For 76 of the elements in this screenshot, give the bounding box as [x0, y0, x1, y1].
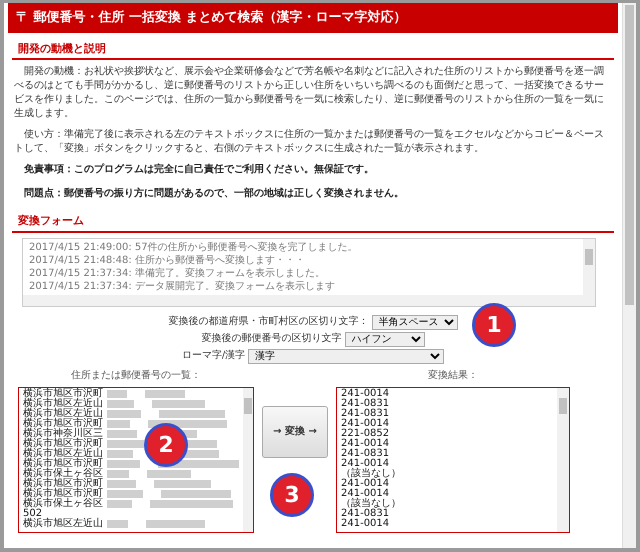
blurred-text [161, 490, 231, 498]
result-line: 221-0852 [341, 428, 390, 438]
result-line: 241-0014 [341, 518, 390, 528]
result-line: 241-0831 [341, 398, 390, 408]
paragraph: 問題点：郵便番号の振り方に問題があるので、一部の地域は正しく変換されません。 [23, 187, 405, 201]
result-line: 241-0014 [341, 488, 390, 498]
address-line: 横浜市神奈川区三 [23, 428, 103, 438]
paragraph: 免責事項：このプログラムは完全に自己責任でご利用ください。無保証です。 [23, 163, 375, 177]
log-line: 2017/4/15 21:48:48: 住所から郵便番号へ変換します・・・ [29, 254, 306, 266]
blurred-text [107, 480, 136, 488]
blurred-text [107, 520, 128, 528]
address-line: 横浜市旭区市沢町 [23, 458, 103, 468]
option-select[interactable]: 半角スペース [372, 314, 458, 330]
option-select[interactable]: ハイフン [344, 332, 424, 346]
blurred-text [159, 410, 225, 418]
blurred-text [107, 400, 134, 408]
result-line: 241-0831 [341, 408, 390, 418]
address-line: 横浜市旭区市沢町 [23, 438, 103, 448]
result-line: 241-0014 [341, 478, 390, 488]
paragraph: 開発の動機：お礼状や挨拶状など、展示会や企業研修会などで芳名帳や名刺などに記入された住所のリストから郵便番号を逐一調べるのはとても手間がかかるし、逆に郵便番号のリストから正しい住所をいちいち調べるのも面倒だと思って、一括変換できるサービスを作りました。このページでは、住所の一覧から郵便番号を一気に検索したり、逆に郵便番号のリストから住所の一覧を一気に生成します。 [13, 65, 605, 121]
address-line: 横浜市旭区左近山 [23, 398, 103, 408]
blurred-text [107, 390, 127, 398]
blurred-text [107, 500, 132, 508]
address-line: 502 [23, 508, 42, 518]
scrollbar[interactable] [243, 388, 253, 532]
column-label: 変換結果： [428, 368, 478, 382]
page-scrollbar[interactable] [622, 3, 636, 548]
address-line: 横浜市保土ヶ谷区 [23, 468, 103, 478]
address-line: 横浜市旭区市沢町 [23, 478, 103, 488]
blurred-text [107, 440, 144, 448]
result-line: 241-0014 [341, 458, 390, 468]
blurred-text [154, 480, 211, 488]
address-line: 横浜市旭区市沢町 [23, 488, 103, 498]
scrollbar[interactable] [557, 388, 569, 532]
address-line: 横浜市保土ヶ谷区 [23, 498, 103, 508]
address-line: 横浜市旭区左近山 [23, 518, 103, 528]
log-field[interactable]: 2017/4/15 21:49:00: 57件の住所から郵便番号へ変換を完了しました。 2017/4/15 21:48:48: 住所から郵便番号へ変換します・・・ 2017/4/15 21:37:34: 準備完了。変換フォームを表示しました。 2017/4/15 21:37:34: データ展開完了。変換フォームを表示します [22, 238, 596, 306]
blurred-text [147, 470, 191, 478]
column-label: 住所または郵便番号の一覧： [71, 368, 201, 382]
convert-button[interactable]: → 変換 → [262, 406, 328, 458]
result-line: 241-0014 [341, 438, 390, 448]
log-line: 2017/4/15 21:37:34: 準備完了。変換フォームを表示しました。 [29, 266, 326, 280]
numbered-callout: 3 [270, 473, 314, 517]
option-label: 変換後の郵便番号の区切り文字 [202, 332, 342, 346]
blurred-text [107, 460, 140, 468]
result-field[interactable]: 241-0014 241-0831 241-0831 241-0014 221-0852 241-0014 241-0831 241-0014 （該当なし） 241-0014 241-0014 （該当なし） 241-0831 241-0014 [336, 386, 570, 532]
result-line: （該当なし） [341, 468, 402, 478]
horizontal-scrollbar[interactable] [23, 294, 595, 306]
blurred-text [107, 430, 137, 438]
result-line: （該当なし） [341, 498, 402, 508]
log-line: 2017/4/15 21:49:00: 57件の住所から郵便番号へ変換を完了しました。 [29, 240, 359, 254]
blurred-text [107, 450, 133, 458]
blurred-text [146, 520, 205, 528]
page-title: 〒 郵便番号・住所 一括変換 まとめて検索（漢字・ローマ字対応） [8, 3, 618, 32]
blurred-text [145, 390, 185, 398]
option-label: ローマ字/漢字 [182, 349, 246, 363]
address-line: 横浜市旭区左近山 [23, 448, 103, 458]
section-heading: 変換フォーム [12, 211, 614, 232]
section-heading: 開発の動機と説明 [12, 38, 614, 60]
blurred-text [107, 410, 141, 418]
numbered-callout: 1 [472, 303, 516, 347]
result-line: 241-0014 [341, 418, 390, 428]
result-line: 241-0831 [341, 508, 390, 518]
blurred-text [152, 400, 205, 408]
blurred-text [107, 490, 143, 498]
scrollbar[interactable] [583, 238, 595, 294]
blurred-text [107, 420, 130, 428]
paragraph: 使い方：準備完了後に表示される左のテキストボックスに住所の一覧かまたは郵便番号の一覧をエクセルなどからコピー＆ペーストして、「変換」ボタンをクリックすると、右側のテキストボックスに生成された一覧が表示されます。 [13, 128, 605, 156]
result-line: 241-0831 [341, 448, 390, 458]
option-select[interactable]: 漢字 [248, 348, 444, 364]
blurred-text [107, 470, 129, 478]
option-label: 変換後の都道府県・市町村区の区切り文字： [168, 315, 368, 329]
address-line: 横浜市旭区市沢町 [23, 418, 103, 428]
result-line: 241-0014 [341, 388, 390, 398]
address-line: 横浜市旭区左近山 [23, 408, 103, 418]
log-line: 2017/4/15 21:37:34: データ展開完了。変換フォームを表示します [29, 280, 336, 292]
